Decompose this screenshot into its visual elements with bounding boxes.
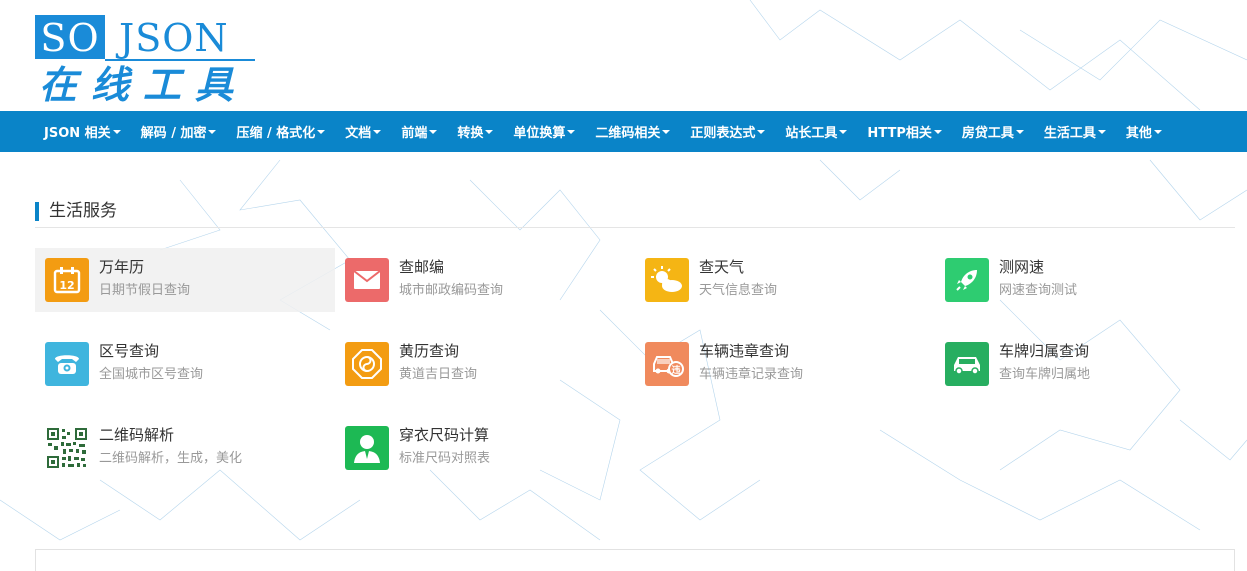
tool-title: 车牌归属查询 <box>999 342 1090 360</box>
nav-label: HTTP相关 <box>867 126 932 141</box>
mail-icon <box>345 258 389 302</box>
tool-desc: 日期节假日查询 <box>99 283 191 298</box>
logo-so: SO <box>35 15 105 60</box>
tool-title: 查邮编 <box>399 258 445 276</box>
nav-label: 生活工具 <box>1043 126 1096 141</box>
tool-title: 区号查询 <box>99 342 160 360</box>
tool-title: 穿衣尺码计算 <box>399 426 490 444</box>
sojson-logo[interactable]: SO JSON 在线工具 <box>35 15 257 110</box>
rocket-icon <box>945 258 989 302</box>
tool-title: 测网速 <box>999 258 1045 276</box>
tool-card-calendar[interactable]: 12 万年历 日期节假日查询 <box>35 248 335 312</box>
nav-label: 压缩 / 格式化 <box>236 126 316 141</box>
tool-card-weather[interactable]: 查天气 天气信息查询 <box>635 248 935 312</box>
tool-title: 查天气 <box>699 258 745 276</box>
calendar-icon: 12 <box>45 258 89 302</box>
caret-down-icon <box>567 129 576 134</box>
nav-label: 其他 <box>1125 126 1152 141</box>
car-icon <box>945 342 989 386</box>
tool-desc: 城市邮政编码查询 <box>399 283 504 298</box>
nav-regex[interactable]: 正则表达式 <box>680 111 775 152</box>
caret-down-icon <box>1097 129 1106 134</box>
caret-down-icon <box>317 129 326 134</box>
page: SO JSON 在线工具 JSON 相关 解码 / 加密 压缩 / 格式化 文档… <box>0 0 1247 571</box>
tool-desc: 标准尺码对照表 <box>399 451 491 466</box>
tool-desc: 二维码解析，生成，美化 <box>99 451 243 466</box>
tool-card-car-violation[interactable]: 违 车辆违章查询 车辆违章记录查询 <box>635 332 935 396</box>
tool-title: 二维码解析 <box>99 426 175 444</box>
tool-desc: 车辆违章记录查询 <box>699 367 804 382</box>
nav-docs[interactable]: 文档 <box>335 111 391 152</box>
nav-webmaster[interactable]: 站长工具 <box>775 111 857 152</box>
caret-down-icon <box>373 129 382 134</box>
tool-card-almanac[interactable]: 黄历查询 黄道吉日查询 <box>335 332 635 396</box>
tool-desc: 天气信息查询 <box>699 283 778 298</box>
nav-label: 单位换算 <box>513 126 566 141</box>
qrcode-icon <box>45 426 89 470</box>
nav-other[interactable]: 其他 <box>1116 111 1172 152</box>
tool-desc: 查询车牌归属地 <box>999 367 1091 382</box>
tool-card-plate[interactable]: 车牌归属查询 查询车牌归属地 <box>935 332 1235 396</box>
nav-label: 解码 / 加密 <box>140 126 207 141</box>
tool-card-speedtest[interactable]: 测网速 网速查询测试 <box>935 248 1235 312</box>
tool-card-postcode[interactable]: 查邮编 城市邮政编码查询 <box>335 248 635 312</box>
nav-life-tools[interactable]: 生活工具 <box>1034 111 1116 152</box>
caret-down-icon <box>429 129 438 134</box>
nav-label: 前端 <box>401 126 428 141</box>
nav-convert[interactable]: 转换 <box>447 111 503 152</box>
main-navbar: JSON 相关 解码 / 加密 压缩 / 格式化 文档 前端 转换 单位换算 二… <box>0 111 1247 152</box>
tool-title: 万年历 <box>99 258 145 276</box>
nav-qrcode[interactable]: 二维码相关 <box>585 111 680 152</box>
almanac-icon <box>345 342 389 386</box>
caret-down-icon <box>485 129 494 134</box>
nav-label: 房贷工具 <box>961 126 1014 141</box>
nav-compress-format[interactable]: 压缩 / 格式化 <box>226 111 335 152</box>
caret-down-icon <box>757 129 766 134</box>
caret-down-icon <box>208 129 217 134</box>
caret-down-icon <box>662 129 671 134</box>
caret-down-icon <box>933 129 942 134</box>
nav-decode-encrypt[interactable]: 解码 / 加密 <box>131 111 227 152</box>
section-accent-bar <box>35 202 39 221</box>
nav-label: 二维码相关 <box>595 126 661 141</box>
logo-json: JSON <box>119 16 229 60</box>
caret-down-icon <box>839 129 848 134</box>
nav-mortgage[interactable]: 房贷工具 <box>952 111 1034 152</box>
nav-label: 转换 <box>457 126 484 141</box>
section-header: 生活服务 <box>35 200 1235 228</box>
nav-unit-conversion[interactable]: 单位换算 <box>503 111 585 152</box>
nav-http[interactable]: HTTP相关 <box>857 111 951 152</box>
tool-desc: 网速查询测试 <box>999 283 1078 298</box>
svg-text:违: 违 <box>671 364 680 376</box>
nav-label: 站长工具 <box>785 126 838 141</box>
logo-chinese-text: 在线工具 <box>39 62 248 107</box>
section-title: 生活服务 <box>49 201 117 221</box>
nav-frontend[interactable]: 前端 <box>391 111 447 152</box>
tool-title: 黄历查询 <box>399 342 460 360</box>
tool-card-qrcode[interactable]: 二维码解析 二维码解析，生成，美化 <box>35 416 335 480</box>
nav-label: 正则表达式 <box>690 126 756 141</box>
tool-card-areacode[interactable]: 区号查询 全国城市区号查询 <box>35 332 335 396</box>
car-violation-icon: 违 <box>645 342 689 386</box>
nav-label: 文档 <box>345 126 372 141</box>
tool-desc: 全国城市区号查询 <box>99 367 204 382</box>
bottom-panel <box>35 549 1235 571</box>
tool-card-clothing-size[interactable]: 穿衣尺码计算 标准尺码对照表 <box>335 416 635 480</box>
tool-title: 车辆违章查询 <box>699 342 790 360</box>
person-icon <box>345 426 389 470</box>
nav-label: JSON 相关 <box>44 126 111 141</box>
weather-icon <box>645 258 689 302</box>
caret-down-icon <box>1015 129 1024 134</box>
phone-icon <box>45 342 89 386</box>
caret-down-icon <box>1153 129 1162 134</box>
tool-desc: 黄道吉日查询 <box>399 367 478 382</box>
caret-down-icon <box>112 129 121 134</box>
svg-text:12: 12 <box>59 279 74 292</box>
nav-json[interactable]: JSON 相关 <box>34 111 131 152</box>
